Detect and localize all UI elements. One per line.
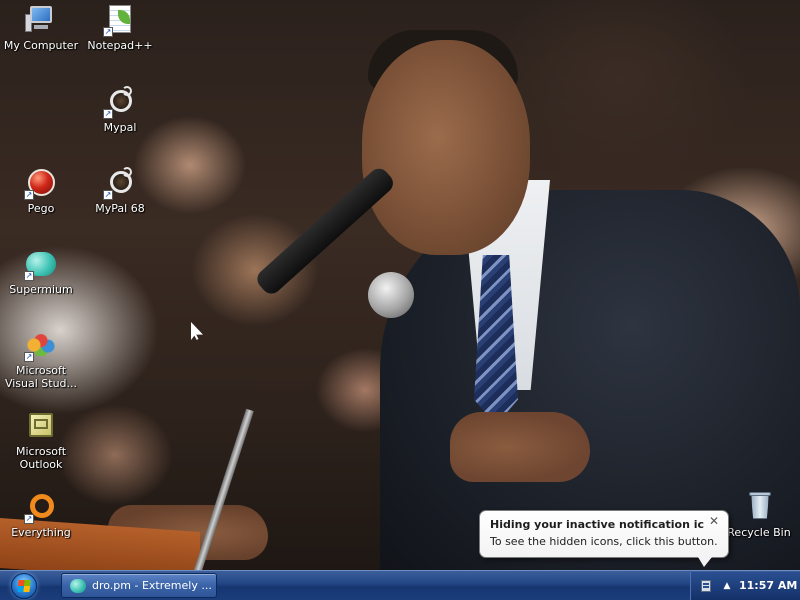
shortcut-arrow-icon: ↗ <box>103 27 113 37</box>
everything-icon: ↗ <box>24 491 57 524</box>
desktop-icon-label: MyPal 68 <box>95 202 145 215</box>
recycle-bin-icon <box>743 491 775 523</box>
desktop-icon-label: Recycle Bin <box>727 526 791 539</box>
taskbar-window-button[interactable]: dro.pm - Extremely ... <box>61 573 217 598</box>
printer-tray-icon[interactable] <box>701 580 711 592</box>
windows-logo-icon <box>17 580 31 592</box>
desktop-icon-label: Microsoft Visual Stud... <box>4 364 78 390</box>
balloon-title: Hiding your inactive notification icons.… <box>490 518 704 531</box>
desktop-icon-everything[interactable]: ↗ Everything <box>0 491 82 539</box>
desktop-icon-pego[interactable]: ↗ Pego <box>0 167 82 215</box>
close-icon[interactable]: ✕ <box>708 515 720 527</box>
desktop-icon-mypal[interactable]: ↗ Mypal <box>79 86 161 134</box>
desktop-icon-label: Mypal <box>103 121 137 134</box>
desktop-icon-mypal-68[interactable]: ↗ MyPal 68 <box>79 167 161 215</box>
desktop-icon-notepad-plus-plus[interactable]: ↗ Notepad++ <box>79 4 161 52</box>
mypal-68-icon: ↗ <box>103 167 136 200</box>
supermium-icon: ↗ <box>24 248 57 281</box>
shortcut-arrow-icon: ↗ <box>24 190 34 200</box>
wallpaper-head-shape <box>362 40 530 255</box>
desktop-icon-label: Notepad++ <box>87 39 153 52</box>
desktop-icon-outlook[interactable]: Microsoft Outlook <box>0 410 82 471</box>
taskbar-window-label: dro.pm - Extremely ... <box>92 579 212 592</box>
desktop-icon-label: Pego <box>27 202 55 215</box>
notification-area: ▲ 11:57 AM <box>690 572 800 600</box>
balloon-body: To see the hidden icons, click this butt… <box>490 535 718 548</box>
notification-balloon[interactable]: Hiding your inactive notification icons.… <box>479 510 729 567</box>
desktop-icon-my-computer[interactable]: My Computer <box>0 4 82 52</box>
outlook-icon <box>25 410 57 442</box>
taskbar: dro.pm - Extremely ... ▲ 11:57 AM <box>0 570 800 600</box>
desktop-icon-label: My Computer <box>3 39 79 52</box>
visual-studio-icon: ↗ <box>24 329 57 362</box>
start-button[interactable] <box>6 573 42 599</box>
wallpaper-microphone-head-shape <box>368 272 414 318</box>
mypal-icon: ↗ <box>103 86 136 119</box>
shortcut-arrow-icon: ↗ <box>103 190 113 200</box>
supermium-icon <box>70 579 86 593</box>
show-hidden-icons-arrow-icon[interactable]: ▲ <box>721 580 733 592</box>
shortcut-arrow-icon: ↗ <box>24 514 34 524</box>
desktop-icon-recycle-bin[interactable]: Recycle Bin <box>718 491 800 539</box>
notepad-plus-plus-icon: ↗ <box>103 4 136 37</box>
desktop-icon-supermium[interactable]: ↗ Supermium <box>0 248 82 296</box>
computer-icon <box>25 4 57 36</box>
pego-icon: ↗ <box>24 167 57 200</box>
wallpaper-hand-shape <box>450 412 590 482</box>
shortcut-arrow-icon: ↗ <box>24 271 34 281</box>
desktop-icon-visual-studio[interactable]: ↗ Microsoft Visual Stud... <box>0 329 82 390</box>
desktop-icon-label: Supermium <box>9 283 73 296</box>
desktop-icon-label: Everything <box>11 526 71 539</box>
clock[interactable]: 11:57 AM <box>739 579 797 593</box>
shortcut-arrow-icon: ↗ <box>24 352 34 362</box>
shortcut-arrow-icon: ↗ <box>103 109 113 119</box>
desktop-icon-label: Microsoft Outlook <box>15 445 67 471</box>
